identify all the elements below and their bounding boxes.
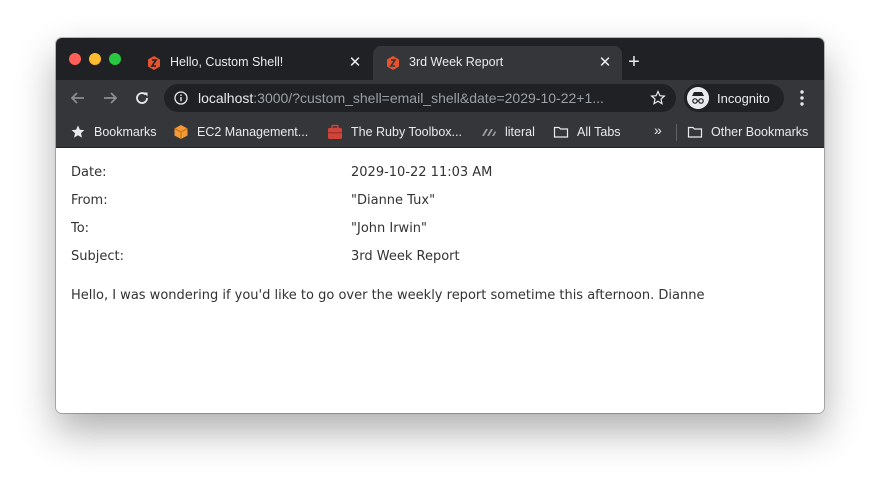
new-tab-button[interactable]: +: [624, 52, 644, 73]
email-body: Hello, I was wondering if you'd like to …: [71, 288, 705, 303]
window-close-button[interactable]: [69, 53, 81, 65]
bookmark-ec2-management[interactable]: EC2 Management...: [173, 123, 308, 141]
bookmarks-overflow-chevron[interactable]: »: [654, 122, 662, 138]
site-favicon-icon: [387, 56, 399, 70]
email-content: Date: 2029-10-22 11:03 AM From: "Dianne …: [56, 148, 824, 413]
star-icon: [71, 125, 85, 138]
window-minimize-button[interactable]: [89, 53, 101, 65]
bookmark-label: Bookmarks: [94, 125, 157, 139]
incognito-icon: [687, 87, 709, 109]
browser-window: Hello, Custom Shell! ✕ 3rd Week Report ✕…: [56, 38, 824, 413]
info-icon[interactable]: [174, 91, 188, 105]
site-favicon-icon: [148, 56, 160, 70]
reload-icon[interactable]: [132, 88, 152, 108]
tab-title: 3rd Week Report: [409, 55, 504, 69]
back-arrow-icon[interactable]: [68, 88, 88, 108]
field-label: Date:: [71, 165, 107, 180]
more-vert-icon[interactable]: [794, 88, 810, 108]
bookmarks-divider: [676, 124, 677, 141]
bookmark-star-icon[interactable]: [650, 90, 666, 106]
bookmark-ruby-toolbox[interactable]: The Ruby Toolbox...: [327, 123, 462, 141]
browser-toolbar: localhost:3000/?custom_shell=email_shell…: [56, 80, 824, 116]
forward-arrow-icon[interactable]: [100, 88, 120, 108]
field-value: "Dianne Tux": [351, 193, 436, 208]
address-bar[interactable]: localhost:3000/?custom_shell=email_shell…: [164, 84, 676, 112]
folder-icon: [687, 126, 703, 138]
url-path: :3000/?custom_shell=email_shell&date=202…: [253, 90, 604, 106]
close-tab-icon[interactable]: ✕: [596, 54, 614, 72]
incognito-label: Incognito: [717, 91, 770, 106]
field-label: From:: [71, 193, 108, 208]
tab-hello-custom-shell[interactable]: Hello, Custom Shell! ✕: [134, 46, 372, 80]
ruby-toolbox-icon: [328, 124, 342, 139]
bookmark-other-bookmarks[interactable]: Other Bookmarks: [687, 123, 808, 141]
url-text[interactable]: localhost:3000/?custom_shell=email_shell…: [198, 90, 638, 106]
url-host: localhost: [198, 90, 254, 106]
bookmark-label: The Ruby Toolbox...: [351, 125, 462, 139]
bookmark-literal[interactable]: literal: [481, 123, 535, 141]
bookmark-label: EC2 Management...: [197, 125, 309, 139]
bookmark-label: All Tabs: [577, 125, 621, 139]
folder-icon: [553, 126, 569, 138]
bookmark-label: Other Bookmarks: [711, 125, 809, 139]
field-label: To:: [71, 221, 90, 236]
field-value: "John Irwin": [351, 221, 428, 236]
tab-3rd-week-report[interactable]: 3rd Week Report ✕: [373, 46, 622, 80]
window-maximize-button[interactable]: [109, 53, 121, 65]
close-tab-icon[interactable]: ✕: [346, 54, 364, 72]
tab-title: Hello, Custom Shell!: [170, 55, 284, 69]
bookmark-label: literal: [505, 125, 535, 139]
literal-icon: [482, 129, 496, 136]
bookmark-bookmarks[interactable]: Bookmarks: [70, 123, 157, 141]
incognito-indicator[interactable]: Incognito: [684, 84, 784, 112]
tab-bar: Hello, Custom Shell! ✕ 3rd Week Report ✕…: [56, 38, 824, 80]
field-value: 3rd Week Report: [351, 249, 460, 264]
field-value: 2029-10-22 11:03 AM: [351, 165, 493, 180]
bookmarks-bar: Bookmarks EC2 Management... The Ruby Too…: [56, 116, 824, 148]
aws-box-icon: [174, 125, 188, 139]
field-label: Subject:: [71, 249, 124, 264]
bookmark-all-tabs[interactable]: All Tabs: [553, 123, 621, 141]
